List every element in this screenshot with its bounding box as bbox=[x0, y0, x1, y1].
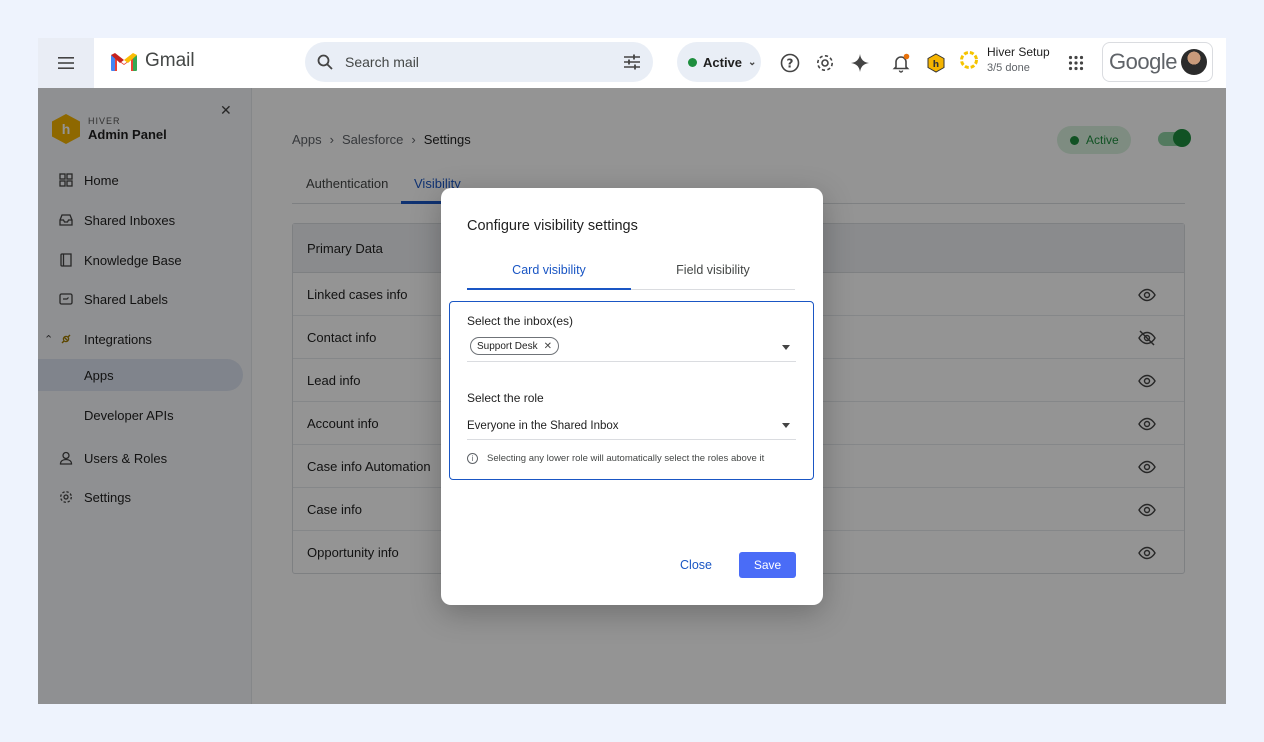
hiver-extension-icon[interactable]: h bbox=[924, 51, 948, 75]
dropdown-caret-icon bbox=[782, 423, 790, 428]
search-bar[interactable]: Search mail bbox=[305, 42, 653, 82]
dropdown-caret-icon bbox=[782, 345, 790, 350]
save-button[interactable]: Save bbox=[739, 552, 796, 578]
gmail-m-icon bbox=[111, 53, 137, 71]
help-icon[interactable]: ? bbox=[778, 51, 802, 75]
visibility-settings-dialog: Configure visibility settings Card visib… bbox=[441, 188, 823, 605]
notification-bell-icon[interactable] bbox=[889, 51, 913, 75]
visibility-form: Select the inbox(es) Support Desk ✕ Sele… bbox=[449, 301, 814, 480]
chevron-down-icon: ⌄ bbox=[748, 56, 757, 68]
gmail-wordmark: Gmail bbox=[145, 50, 195, 71]
app-frame: Gmail Search mail Active ⌄ ? h Hiver Set… bbox=[38, 38, 1226, 704]
inbox-multiselect[interactable]: Support Desk ✕ bbox=[467, 334, 796, 362]
sparkle-icon[interactable] bbox=[848, 51, 872, 75]
inbox-field-label: Select the inbox(es) bbox=[467, 314, 574, 328]
chip-label: Support Desk bbox=[477, 340, 538, 352]
hiver-setup-progress[interactable]: Hiver Setup 3/5 done bbox=[959, 45, 1050, 74]
gmail-logo[interactable]: Gmail bbox=[111, 50, 195, 72]
search-icon bbox=[317, 54, 333, 70]
role-hint: i Selecting any lower role will automati… bbox=[467, 453, 764, 464]
svg-text:h: h bbox=[933, 60, 939, 70]
status-dot bbox=[688, 57, 697, 67]
tab-card-visibility[interactable]: Card visibility bbox=[467, 263, 631, 277]
gear-icon[interactable] bbox=[813, 51, 837, 75]
search-options-icon[interactable] bbox=[623, 54, 641, 70]
status-dropdown[interactable]: Active ⌄ bbox=[677, 42, 761, 82]
apps-grid-icon[interactable] bbox=[1064, 51, 1088, 75]
dialog-title: Configure visibility settings bbox=[467, 218, 638, 234]
role-select-value: Everyone in the Shared Inbox bbox=[467, 420, 619, 432]
svg-text:?: ? bbox=[787, 57, 794, 71]
tab-indicator bbox=[467, 288, 631, 290]
google-account-button[interactable]: Google bbox=[1102, 42, 1213, 82]
selected-inbox-chip: Support Desk ✕ bbox=[470, 337, 559, 355]
main-menu-button[interactable] bbox=[38, 38, 94, 88]
dialog-tabs: Card visibility Field visibility bbox=[467, 254, 795, 290]
setup-progress-text: 3/5 done bbox=[987, 62, 1030, 74]
gmail-top-bar: Gmail Search mail Active ⌄ ? h Hiver Set… bbox=[38, 38, 1226, 88]
remove-chip-icon[interactable]: ✕ bbox=[544, 341, 552, 352]
info-icon: i bbox=[467, 453, 478, 464]
role-field-label: Select the role bbox=[467, 391, 544, 405]
search-input[interactable]: Search mail bbox=[345, 54, 623, 70]
setup-title: Hiver Setup bbox=[987, 45, 1050, 59]
status-label: Active bbox=[703, 54, 743, 70]
google-wordmark: Google bbox=[1109, 49, 1177, 74]
tab-field-visibility[interactable]: Field visibility bbox=[631, 263, 795, 277]
role-select[interactable]: Everyone in the Shared Inbox bbox=[467, 412, 796, 440]
avatar bbox=[1180, 49, 1207, 75]
progress-ring-icon bbox=[960, 50, 978, 69]
close-button[interactable]: Close bbox=[673, 552, 719, 578]
hint-text: Selecting any lower role will automatica… bbox=[487, 453, 765, 464]
hamburger-icon bbox=[58, 57, 74, 69]
